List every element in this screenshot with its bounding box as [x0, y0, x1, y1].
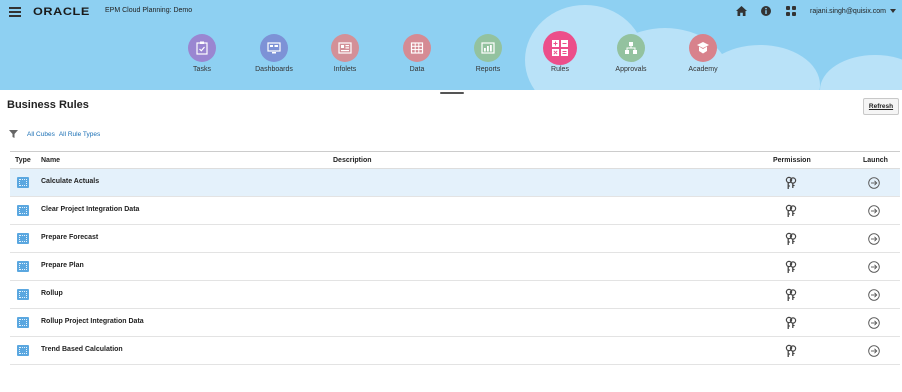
top-icons: rajani.singh@quisix.com	[735, 5, 902, 17]
table-row[interactable]: Calculate Actuals	[10, 169, 900, 197]
business-rule-icon	[17, 205, 29, 216]
nav-label: Academy	[688, 66, 718, 73]
menu-icon[interactable]	[9, 7, 21, 17]
rule-name[interactable]: Calculate Actuals	[41, 178, 99, 185]
rule-name[interactable]: Prepare Plan	[41, 262, 84, 269]
nav-label: Reports	[475, 66, 501, 73]
page-title: Business Rules	[7, 99, 89, 111]
nav-label: Dashboards	[255, 66, 293, 73]
permission-keys-icon[interactable]	[785, 260, 797, 274]
home-icon[interactable]	[735, 5, 747, 17]
nav-label: Infolets	[333, 66, 357, 73]
nav-dashboards[interactable]: Dashboards	[244, 34, 304, 73]
permission-keys-icon[interactable]	[785, 316, 797, 330]
table-body: Calculate Actuals Clear Project Integrat…	[10, 169, 900, 365]
launch-arrow-icon[interactable]	[868, 233, 880, 245]
column-header-launch[interactable]: Launch	[863, 157, 888, 164]
permission-keys-icon[interactable]	[785, 344, 797, 358]
permission-keys-icon[interactable]	[785, 232, 797, 246]
table-row[interactable]: Trend Based Calculation	[10, 337, 900, 365]
approvals-icon	[617, 34, 645, 62]
table-row[interactable]: Prepare Plan	[10, 253, 900, 281]
grid-icon[interactable]	[785, 5, 797, 17]
launch-arrow-icon[interactable]	[868, 317, 880, 329]
nav-label: Tasks	[193, 66, 211, 73]
rule-name[interactable]: Clear Project Integration Data	[41, 206, 139, 213]
filter-icon[interactable]	[9, 130, 18, 138]
info-icon[interactable]	[760, 5, 772, 17]
top-bar: ORACLE EPM Cloud Planning: Demo rajani.s…	[0, 0, 902, 24]
launch-arrow-icon[interactable]	[868, 177, 880, 189]
panel-drag-handle[interactable]	[440, 92, 464, 94]
business-rule-icon	[17, 317, 29, 328]
oracle-logo: ORACLE	[33, 6, 90, 18]
nav-rules[interactable]: Rules	[530, 31, 590, 73]
rule-name[interactable]: Rollup Project Integration Data	[41, 318, 144, 325]
launch-arrow-icon[interactable]	[868, 345, 880, 357]
rule-name[interactable]: Trend Based Calculation	[41, 346, 123, 353]
app-header: ORACLE EPM Cloud Planning: Demo rajani.s…	[0, 0, 902, 90]
permission-keys-icon[interactable]	[785, 288, 797, 302]
column-header-permission[interactable]: Permission	[773, 157, 811, 164]
reports-icon	[474, 34, 502, 62]
academy-icon	[689, 34, 717, 62]
rule-name[interactable]: Rollup	[41, 290, 63, 297]
business-rule-icon	[17, 233, 29, 244]
table-row[interactable]: Prepare Forecast	[10, 225, 900, 253]
permission-keys-icon[interactable]	[785, 176, 797, 190]
rule-name[interactable]: Prepare Forecast	[41, 234, 98, 241]
navigator: Tasks Dashboards Infolets Data Reports R…	[0, 31, 902, 84]
nav-tasks[interactable]: Tasks	[172, 34, 232, 73]
business-rule-icon	[17, 345, 29, 356]
filter-rule-types-link[interactable]: All Rule Types	[59, 131, 100, 138]
column-header-name[interactable]: Name	[41, 157, 60, 164]
data-icon	[403, 34, 431, 62]
rules-table: Type Name Description Permission Launch …	[10, 151, 900, 365]
tasks-icon	[188, 34, 216, 62]
launch-arrow-icon[interactable]	[868, 289, 880, 301]
filter-cubes-link[interactable]: All Cubes	[27, 131, 55, 138]
chevron-down-icon[interactable]	[890, 9, 896, 13]
nav-label: Data	[409, 66, 425, 73]
dashboards-icon	[260, 34, 288, 62]
rules-icon	[543, 31, 577, 65]
table-header: Type Name Description Permission Launch	[10, 151, 900, 169]
table-row[interactable]: Rollup	[10, 281, 900, 309]
business-rule-icon	[17, 261, 29, 272]
table-row[interactable]: Rollup Project Integration Data	[10, 309, 900, 337]
infolets-icon	[331, 34, 359, 62]
nav-approvals[interactable]: Approvals	[601, 34, 661, 73]
column-header-type[interactable]: Type	[15, 157, 31, 164]
nav-infolets[interactable]: Infolets	[315, 34, 375, 73]
table-row[interactable]: Clear Project Integration Data	[10, 197, 900, 225]
nav-academy[interactable]: Academy	[673, 34, 733, 73]
nav-label: Approvals	[615, 66, 647, 73]
launch-arrow-icon[interactable]	[868, 261, 880, 273]
app-title: EPM Cloud Planning: Demo	[105, 7, 193, 14]
column-header-description[interactable]: Description	[333, 157, 372, 164]
business-rule-icon	[17, 289, 29, 300]
launch-arrow-icon[interactable]	[868, 205, 880, 217]
nav-label: Rules	[551, 66, 569, 73]
permission-keys-icon[interactable]	[785, 204, 797, 218]
nav-reports[interactable]: Reports	[458, 34, 518, 73]
nav-data[interactable]: Data	[387, 34, 447, 73]
filter-bar: All Cubes All Rule Types	[9, 130, 104, 138]
refresh-button[interactable]: Refresh	[863, 98, 899, 115]
user-menu[interactable]: rajani.singh@quisix.com	[810, 8, 886, 15]
business-rule-icon	[17, 177, 29, 188]
